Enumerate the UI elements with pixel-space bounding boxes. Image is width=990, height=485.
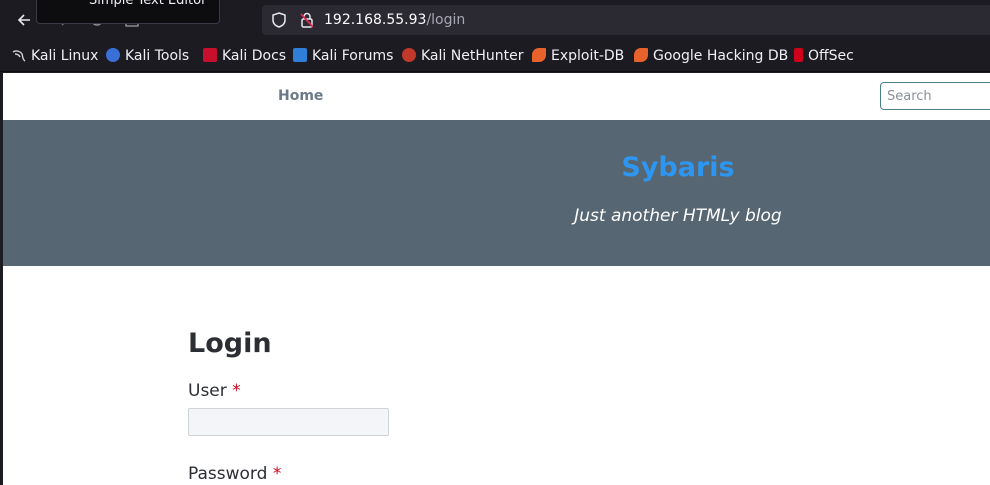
bookmark-label: Kali Docs bbox=[222, 48, 287, 64]
kali-forums-icon bbox=[293, 48, 307, 62]
bookmark-kali-forums[interactable]: Kali Forums bbox=[293, 47, 393, 65]
bookmark-kali-linux[interactable]: Kali Linux bbox=[12, 47, 98, 65]
url-text[interactable]: 192.168.55.93/login bbox=[324, 11, 465, 29]
shield-icon[interactable] bbox=[270, 11, 288, 29]
site-navbar: Home bbox=[3, 73, 990, 120]
user-field[interactable] bbox=[188, 408, 389, 436]
bookmark-label: Kali NetHunter bbox=[421, 48, 524, 64]
nav-home-link[interactable]: Home bbox=[278, 88, 323, 104]
user-label: User * bbox=[188, 381, 241, 401]
bookmark-kali-docs[interactable]: Kali Docs bbox=[203, 47, 286, 65]
login-heading: Login bbox=[188, 328, 272, 359]
exploit-db-icon bbox=[532, 48, 546, 62]
login-form: Login User * Password * bbox=[188, 328, 688, 484]
kali-nethunter-icon bbox=[402, 48, 416, 62]
url-bar[interactable]: 192.168.55.93/login bbox=[262, 5, 990, 35]
insecure-lock-icon[interactable] bbox=[298, 11, 316, 29]
bookmark-kali-tools[interactable]: Kali Tools bbox=[106, 47, 189, 65]
required-mark: * bbox=[232, 381, 241, 401]
bookmark-label: OffSec bbox=[808, 48, 854, 64]
tooltip-text: Simple Text Editor bbox=[89, 0, 207, 8]
web-page: Home Sybaris Just another HTMLy blog Log… bbox=[3, 73, 990, 485]
bookmark-label: Kali Forums bbox=[312, 48, 394, 64]
tooltip: Simple Text Editor bbox=[36, 0, 220, 24]
bookmarks-bar: Kali Linux Kali Tools Kali Docs Kali For… bbox=[0, 40, 990, 72]
bookmark-label: Exploit-DB bbox=[551, 48, 625, 64]
bookmark-exploit-db[interactable]: Exploit-DB bbox=[532, 47, 624, 65]
kali-docs-icon bbox=[203, 48, 217, 62]
site-tagline: Just another HTMLy blog bbox=[574, 206, 782, 226]
bookmark-label: Google Hacking DB bbox=[653, 48, 789, 64]
kali-tools-icon bbox=[106, 48, 120, 62]
site-title[interactable]: Sybaris bbox=[3, 152, 990, 183]
bookmark-google-hacking-db[interactable]: Google Hacking DB bbox=[634, 47, 788, 65]
required-mark: * bbox=[272, 464, 282, 484]
bookmark-label: Kali Linux bbox=[31, 48, 99, 64]
password-label-text: Password bbox=[188, 464, 268, 484]
offsec-icon bbox=[794, 48, 803, 62]
kali-dragon-icon bbox=[12, 48, 26, 62]
browser-toolbar: Simple Text Editor 192.168.55.93/login bbox=[0, 0, 990, 40]
user-label-text: User bbox=[188, 381, 227, 401]
bookmark-offsec[interactable]: OffSec bbox=[794, 47, 854, 65]
site-header: Sybaris Just another HTMLy blog bbox=[3, 120, 990, 266]
password-label: Password * bbox=[188, 464, 281, 484]
bookmark-label: Kali Tools bbox=[125, 48, 190, 64]
search-input[interactable] bbox=[880, 82, 990, 110]
url-host: 192.168.55.93 bbox=[324, 12, 427, 28]
url-path: /login bbox=[426, 12, 466, 28]
back-arrow-icon[interactable] bbox=[14, 10, 34, 30]
bookmark-kali-nethunter[interactable]: Kali NetHunter bbox=[402, 47, 523, 65]
ghdb-icon bbox=[634, 48, 648, 62]
